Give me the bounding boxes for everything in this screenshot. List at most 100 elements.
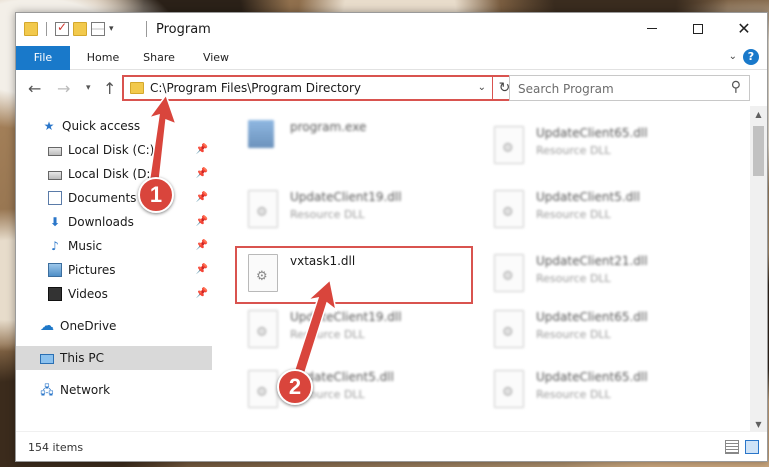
file-explorer-window: ▾ Program ✕ File Home Share View ⌄ ? ← →…: [15, 12, 768, 462]
sidebar-item-label: This PC: [60, 351, 104, 365]
maximize-button[interactable]: [675, 13, 721, 44]
title-bar: ▾ Program ✕: [16, 13, 767, 46]
cloud-icon: ☁: [40, 318, 54, 334]
sidebar-item-onedrive[interactable]: ☁ OneDrive: [16, 314, 212, 338]
pin-icon: 📌: [195, 264, 208, 275]
file-description: Resource DLL: [536, 144, 611, 157]
documents-icon: [48, 191, 62, 205]
forward-arrow-icon[interactable]: →: [57, 79, 70, 98]
sidebar-item-label: Local Disk (C:): [68, 143, 155, 157]
divider: [46, 22, 47, 36]
back-arrow-icon[interactable]: ←: [28, 79, 41, 98]
sidebar-item-local-disk-d[interactable]: Local Disk (D:) 📌: [16, 162, 212, 186]
sidebar-item-music[interactable]: ♪ Music 📌: [16, 234, 212, 258]
dll-file-icon: [494, 310, 524, 348]
sidebar-item-label: Videos: [68, 287, 108, 301]
file-item[interactable]: UpdateClient5.dll Resource DLL: [484, 184, 724, 234]
sidebar-item-network[interactable]: 🖧 Network: [16, 378, 212, 402]
music-note-icon: ♪: [51, 239, 59, 253]
pin-icon: 📌: [195, 216, 208, 227]
search-input[interactable]: Search Program ⚲: [509, 75, 750, 101]
divider: [146, 21, 147, 37]
tab-share[interactable]: Share: [133, 46, 185, 70]
computer-monitor-icon: [40, 354, 54, 364]
dll-file-icon: [248, 190, 278, 228]
dll-file-icon: [494, 254, 524, 292]
star-icon: ★: [43, 119, 55, 133]
navigation-pane: ★ Quick access Local Disk (C:) 📌 Local D…: [16, 106, 212, 433]
file-name: UpdateClient19.dll: [290, 310, 402, 324]
sidebar-item-label: Local Disk (D:): [68, 167, 156, 181]
help-icon[interactable]: ?: [743, 49, 759, 65]
tab-home[interactable]: Home: [73, 46, 133, 70]
file-description: Resource DLL: [536, 388, 611, 401]
properties-check-icon[interactable]: [55, 20, 69, 36]
file-item[interactable]: UpdateClient65.dll Resource DLL: [484, 364, 724, 414]
sidebar-item-label: Quick access: [62, 119, 141, 133]
new-folder-icon[interactable]: [73, 22, 87, 36]
address-history-chevron-down-icon[interactable]: ⌄: [478, 82, 486, 93]
file-item[interactable]: program.exe: [238, 114, 478, 164]
application-icon: [248, 120, 274, 148]
sidebar-item-label: Music: [68, 239, 103, 253]
sidebar-item-label: Downloads: [68, 215, 134, 229]
file-name: UpdateClient65.dll: [536, 370, 648, 384]
tab-view[interactable]: View: [191, 46, 241, 70]
minimize-button[interactable]: [629, 13, 675, 44]
sidebar-item-quick-access[interactable]: ★ Quick access: [16, 114, 212, 138]
expand-ribbon-chevron-down-icon[interactable]: ⌄: [729, 51, 737, 62]
sidebar-item-local-disk-c[interactable]: Local Disk (C:) 📌: [16, 138, 212, 162]
drive-icon: [48, 170, 62, 180]
vertical-scrollbar[interactable]: ▲ ▼: [750, 106, 767, 433]
maximize-icon: [693, 23, 703, 34]
address-bar[interactable]: C:\Program Files\Program Directory ⌄ ↻: [122, 75, 518, 101]
file-item[interactable]: UpdateClient65.dll Resource DLL: [484, 304, 724, 354]
sidebar-item-downloads[interactable]: ⬇ Downloads 📌: [16, 210, 212, 234]
close-button[interactable]: ✕: [721, 13, 767, 44]
dll-file-icon: [248, 370, 278, 408]
dll-file-icon: [494, 190, 524, 228]
ribbon-tabs: File Home Share View ⌄ ?: [16, 46, 767, 70]
sidebar-item-videos[interactable]: Videos 📌: [16, 282, 212, 306]
pin-icon: 📌: [195, 144, 208, 155]
status-bar: 154 items: [16, 431, 767, 461]
file-name: UpdateClient5.dll: [536, 190, 640, 204]
scrollbar-thumb[interactable]: [753, 126, 764, 176]
network-icon: 🖧: [40, 383, 54, 397]
sidebar-item-documents[interactable]: Documents 📌: [16, 186, 212, 210]
file-item[interactable]: UpdateClient19.dll Resource DLL: [238, 304, 478, 354]
file-description: Resource DLL: [536, 328, 611, 341]
file-description: Resource DLL: [536, 272, 611, 285]
file-name: UpdateClient21.dll: [536, 254, 648, 268]
address-path[interactable]: C:\Program Files\Program Directory: [150, 81, 361, 95]
sidebar-item-pictures[interactable]: Pictures 📌: [16, 258, 212, 282]
details-view-icon[interactable]: [725, 440, 739, 454]
customize-toolbar-chevron-down-icon[interactable]: ▾: [109, 24, 114, 34]
search-placeholder: Search Program: [518, 82, 614, 96]
search-icon: ⚲: [730, 79, 741, 95]
sidebar-item-this-pc[interactable]: This PC: [16, 346, 212, 370]
tab-file[interactable]: File: [16, 46, 70, 70]
file-item[interactable]: UpdateClient5.dll Resource DLL: [238, 364, 478, 414]
navigation-bar: ← → ▾ ↑ C:\Program Files\Program Directo…: [16, 70, 767, 106]
file-item[interactable]: UpdateClient65.dll Resource DLL: [484, 120, 724, 170]
file-description: Resource DLL: [536, 208, 611, 221]
item-count: 154 items: [28, 441, 84, 454]
file-item[interactable]: UpdateClient21.dll Resource DLL: [484, 248, 724, 298]
pin-icon: 📌: [195, 192, 208, 203]
large-icons-view-icon[interactable]: [745, 440, 759, 454]
video-film-icon: [48, 287, 62, 301]
folder-icon: [130, 82, 144, 94]
rename-icon[interactable]: [91, 22, 105, 36]
up-arrow-icon[interactable]: ↑: [103, 79, 116, 98]
dll-file-icon: [248, 310, 278, 348]
sidebar-item-label: OneDrive: [60, 319, 117, 333]
download-arrow-icon: ⬇: [49, 215, 61, 229]
drive-icon: [48, 146, 62, 156]
pictures-icon: [48, 263, 62, 277]
scroll-up-icon[interactable]: ▲: [750, 106, 767, 123]
file-item[interactable]: UpdateClient19.dll Resource DLL: [238, 184, 478, 234]
sidebar-item-label: Pictures: [68, 263, 116, 277]
file-description: Resource DLL: [290, 208, 365, 221]
recent-locations-chevron-down-icon[interactable]: ▾: [86, 83, 91, 93]
